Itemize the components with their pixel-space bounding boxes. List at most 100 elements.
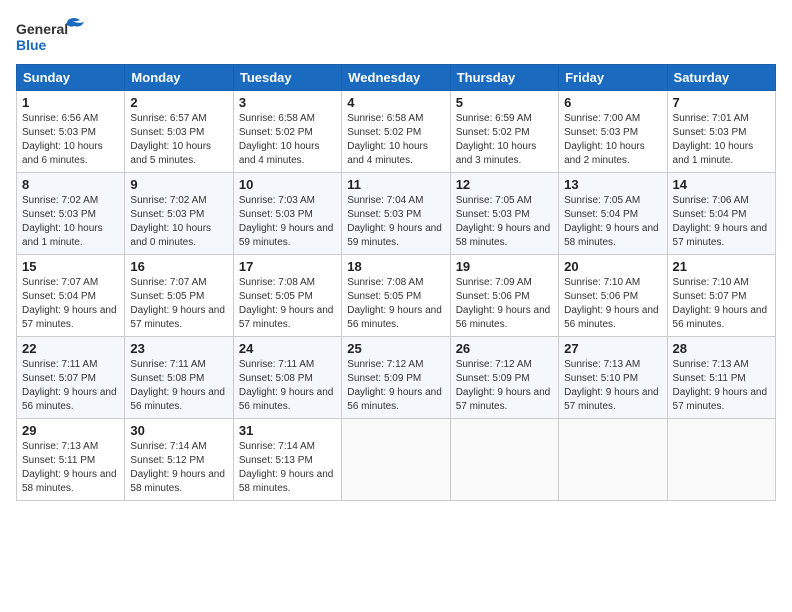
day-info: Sunrise: 7:07 AM Sunset: 5:05 PM Dayligh… bbox=[130, 276, 227, 332]
weekday-sunday: Sunday bbox=[17, 65, 125, 91]
day-info: Sunrise: 7:13 AM Sunset: 5:11 PM Dayligh… bbox=[22, 440, 119, 496]
day-info: Sunrise: 7:09 AM Sunset: 5:06 PM Dayligh… bbox=[456, 276, 553, 332]
day-info: Sunrise: 7:03 AM Sunset: 5:03 PM Dayligh… bbox=[239, 194, 336, 250]
day-number: 4 bbox=[347, 95, 444, 110]
weekday-wednesday: Wednesday bbox=[342, 65, 450, 91]
calendar-cell: 18 Sunrise: 7:08 AM Sunset: 5:05 PM Dayl… bbox=[342, 255, 450, 337]
day-number: 12 bbox=[456, 177, 553, 192]
day-number: 11 bbox=[347, 177, 444, 192]
calendar-week-4: 22 Sunrise: 7:11 AM Sunset: 5:07 PM Dayl… bbox=[17, 337, 776, 419]
calendar-cell bbox=[559, 419, 667, 501]
day-info: Sunrise: 7:05 AM Sunset: 5:04 PM Dayligh… bbox=[564, 194, 661, 250]
calendar-cell: 31 Sunrise: 7:14 AM Sunset: 5:13 PM Dayl… bbox=[233, 419, 341, 501]
day-info: Sunrise: 7:08 AM Sunset: 5:05 PM Dayligh… bbox=[239, 276, 336, 332]
weekday-saturday: Saturday bbox=[667, 65, 775, 91]
calendar-cell: 12 Sunrise: 7:05 AM Sunset: 5:03 PM Dayl… bbox=[450, 173, 558, 255]
calendar-cell: 2 Sunrise: 6:57 AM Sunset: 5:03 PM Dayli… bbox=[125, 91, 233, 173]
calendar-cell: 20 Sunrise: 7:10 AM Sunset: 5:06 PM Dayl… bbox=[559, 255, 667, 337]
day-number: 17 bbox=[239, 259, 336, 274]
calendar-cell bbox=[667, 419, 775, 501]
calendar-cell: 13 Sunrise: 7:05 AM Sunset: 5:04 PM Dayl… bbox=[559, 173, 667, 255]
day-number: 22 bbox=[22, 341, 119, 356]
day-info: Sunrise: 6:57 AM Sunset: 5:03 PM Dayligh… bbox=[130, 112, 227, 168]
weekday-thursday: Thursday bbox=[450, 65, 558, 91]
day-info: Sunrise: 7:13 AM Sunset: 5:10 PM Dayligh… bbox=[564, 358, 661, 414]
calendar-cell bbox=[342, 419, 450, 501]
calendar-cell: 17 Sunrise: 7:08 AM Sunset: 5:05 PM Dayl… bbox=[233, 255, 341, 337]
logo-icon: General Blue bbox=[16, 16, 86, 56]
day-info: Sunrise: 7:01 AM Sunset: 5:03 PM Dayligh… bbox=[673, 112, 770, 168]
day-number: 27 bbox=[564, 341, 661, 356]
day-info: Sunrise: 6:58 AM Sunset: 5:02 PM Dayligh… bbox=[347, 112, 444, 168]
calendar-cell: 24 Sunrise: 7:11 AM Sunset: 5:08 PM Dayl… bbox=[233, 337, 341, 419]
calendar-table: SundayMondayTuesdayWednesdayThursdayFrid… bbox=[16, 64, 776, 501]
day-number: 19 bbox=[456, 259, 553, 274]
day-info: Sunrise: 7:11 AM Sunset: 5:08 PM Dayligh… bbox=[130, 358, 227, 414]
calendar-cell: 5 Sunrise: 6:59 AM Sunset: 5:02 PM Dayli… bbox=[450, 91, 558, 173]
calendar-cell: 23 Sunrise: 7:11 AM Sunset: 5:08 PM Dayl… bbox=[125, 337, 233, 419]
svg-text:General: General bbox=[16, 21, 68, 37]
day-number: 21 bbox=[673, 259, 770, 274]
calendar-cell: 22 Sunrise: 7:11 AM Sunset: 5:07 PM Dayl… bbox=[17, 337, 125, 419]
calendar-cell: 4 Sunrise: 6:58 AM Sunset: 5:02 PM Dayli… bbox=[342, 91, 450, 173]
day-info: Sunrise: 7:00 AM Sunset: 5:03 PM Dayligh… bbox=[564, 112, 661, 168]
day-info: Sunrise: 7:12 AM Sunset: 5:09 PM Dayligh… bbox=[456, 358, 553, 414]
calendar-cell: 14 Sunrise: 7:06 AM Sunset: 5:04 PM Dayl… bbox=[667, 173, 775, 255]
calendar-cell: 9 Sunrise: 7:02 AM Sunset: 5:03 PM Dayli… bbox=[125, 173, 233, 255]
calendar-cell: 29 Sunrise: 7:13 AM Sunset: 5:11 PM Dayl… bbox=[17, 419, 125, 501]
day-info: Sunrise: 7:04 AM Sunset: 5:03 PM Dayligh… bbox=[347, 194, 444, 250]
day-info: Sunrise: 7:07 AM Sunset: 5:04 PM Dayligh… bbox=[22, 276, 119, 332]
calendar-week-2: 8 Sunrise: 7:02 AM Sunset: 5:03 PM Dayli… bbox=[17, 173, 776, 255]
calendar-cell: 27 Sunrise: 7:13 AM Sunset: 5:10 PM Dayl… bbox=[559, 337, 667, 419]
day-number: 15 bbox=[22, 259, 119, 274]
day-info: Sunrise: 7:13 AM Sunset: 5:11 PM Dayligh… bbox=[673, 358, 770, 414]
day-number: 30 bbox=[130, 423, 227, 438]
calendar-cell: 19 Sunrise: 7:09 AM Sunset: 5:06 PM Dayl… bbox=[450, 255, 558, 337]
day-number: 9 bbox=[130, 177, 227, 192]
day-number: 13 bbox=[564, 177, 661, 192]
day-info: Sunrise: 6:56 AM Sunset: 5:03 PM Dayligh… bbox=[22, 112, 119, 168]
day-info: Sunrise: 7:12 AM Sunset: 5:09 PM Dayligh… bbox=[347, 358, 444, 414]
day-number: 7 bbox=[673, 95, 770, 110]
page-header: General Blue bbox=[16, 16, 776, 56]
day-number: 25 bbox=[347, 341, 444, 356]
calendar-week-3: 15 Sunrise: 7:07 AM Sunset: 5:04 PM Dayl… bbox=[17, 255, 776, 337]
day-number: 14 bbox=[673, 177, 770, 192]
day-info: Sunrise: 7:14 AM Sunset: 5:12 PM Dayligh… bbox=[130, 440, 227, 496]
day-number: 23 bbox=[130, 341, 227, 356]
calendar-cell: 26 Sunrise: 7:12 AM Sunset: 5:09 PM Dayl… bbox=[450, 337, 558, 419]
day-info: Sunrise: 7:11 AM Sunset: 5:07 PM Dayligh… bbox=[22, 358, 119, 414]
day-number: 16 bbox=[130, 259, 227, 274]
day-number: 8 bbox=[22, 177, 119, 192]
weekday-friday: Friday bbox=[559, 65, 667, 91]
day-number: 2 bbox=[130, 95, 227, 110]
calendar-cell: 8 Sunrise: 7:02 AM Sunset: 5:03 PM Dayli… bbox=[17, 173, 125, 255]
day-number: 24 bbox=[239, 341, 336, 356]
day-number: 5 bbox=[456, 95, 553, 110]
day-info: Sunrise: 7:05 AM Sunset: 5:03 PM Dayligh… bbox=[456, 194, 553, 250]
day-number: 28 bbox=[673, 341, 770, 356]
day-number: 18 bbox=[347, 259, 444, 274]
day-number: 10 bbox=[239, 177, 336, 192]
day-number: 26 bbox=[456, 341, 553, 356]
day-info: Sunrise: 6:58 AM Sunset: 5:02 PM Dayligh… bbox=[239, 112, 336, 168]
calendar-cell: 1 Sunrise: 6:56 AM Sunset: 5:03 PM Dayli… bbox=[17, 91, 125, 173]
calendar-cell: 30 Sunrise: 7:14 AM Sunset: 5:12 PM Dayl… bbox=[125, 419, 233, 501]
calendar-cell: 28 Sunrise: 7:13 AM Sunset: 5:11 PM Dayl… bbox=[667, 337, 775, 419]
svg-text:Blue: Blue bbox=[16, 37, 47, 53]
day-info: Sunrise: 7:11 AM Sunset: 5:08 PM Dayligh… bbox=[239, 358, 336, 414]
calendar-cell: 6 Sunrise: 7:00 AM Sunset: 5:03 PM Dayli… bbox=[559, 91, 667, 173]
calendar-cell: 21 Sunrise: 7:10 AM Sunset: 5:07 PM Dayl… bbox=[667, 255, 775, 337]
weekday-header-row: SundayMondayTuesdayWednesdayThursdayFrid… bbox=[17, 65, 776, 91]
day-number: 29 bbox=[22, 423, 119, 438]
calendar-cell: 10 Sunrise: 7:03 AM Sunset: 5:03 PM Dayl… bbox=[233, 173, 341, 255]
logo: General Blue bbox=[16, 16, 88, 56]
day-info: Sunrise: 7:06 AM Sunset: 5:04 PM Dayligh… bbox=[673, 194, 770, 250]
calendar-cell: 16 Sunrise: 7:07 AM Sunset: 5:05 PM Dayl… bbox=[125, 255, 233, 337]
day-info: Sunrise: 7:02 AM Sunset: 5:03 PM Dayligh… bbox=[130, 194, 227, 250]
calendar-cell bbox=[450, 419, 558, 501]
calendar-cell: 25 Sunrise: 7:12 AM Sunset: 5:09 PM Dayl… bbox=[342, 337, 450, 419]
calendar-cell: 3 Sunrise: 6:58 AM Sunset: 5:02 PM Dayli… bbox=[233, 91, 341, 173]
day-info: Sunrise: 7:10 AM Sunset: 5:07 PM Dayligh… bbox=[673, 276, 770, 332]
calendar-cell: 15 Sunrise: 7:07 AM Sunset: 5:04 PM Dayl… bbox=[17, 255, 125, 337]
